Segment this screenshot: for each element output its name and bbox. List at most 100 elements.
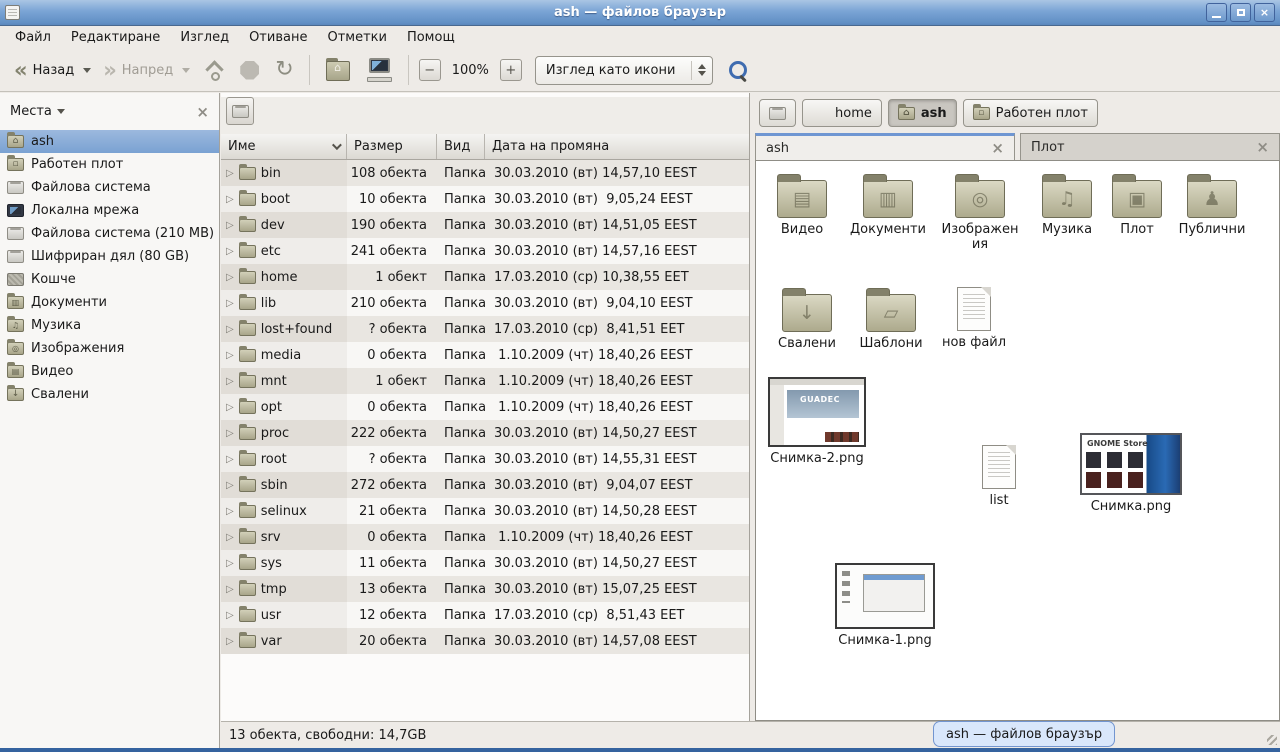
resize-grip[interactable] bbox=[1267, 735, 1277, 745]
file-item[interactable]: ▥ Документи bbox=[842, 173, 934, 238]
view-mode-select[interactable]: Изглед като икони bbox=[535, 56, 713, 85]
sidebar-item[interactable]: Музика bbox=[0, 314, 219, 337]
home-button[interactable]: ⌂ bbox=[324, 58, 352, 82]
expander-icon[interactable]: ▷ bbox=[226, 428, 234, 439]
minimize-button[interactable] bbox=[1206, 3, 1227, 22]
expander-icon[interactable]: ▷ bbox=[226, 402, 234, 413]
file-item[interactable]: ▤ Видео bbox=[768, 173, 836, 238]
menu-item[interactable]: Файл bbox=[5, 28, 61, 48]
zoom-in-button[interactable]: + bbox=[500, 59, 522, 81]
search-button[interactable] bbox=[727, 59, 749, 81]
expander-icon[interactable]: ▷ bbox=[226, 194, 234, 205]
column-header-size[interactable]: Размер bbox=[347, 134, 437, 159]
table-row[interactable]: ▷ home 1 обект Папка 17.03.2010 (ср) 10,… bbox=[221, 264, 749, 290]
breadcrumb-button[interactable]: home bbox=[802, 99, 882, 127]
breadcrumb-button[interactable] bbox=[759, 99, 796, 127]
forward-dropdown-icon[interactable] bbox=[182, 68, 190, 73]
computer-button[interactable] bbox=[366, 58, 394, 82]
sidebar-close-icon[interactable]: × bbox=[196, 103, 209, 121]
tab-close-icon[interactable]: × bbox=[991, 139, 1004, 157]
root-location-button[interactable] bbox=[226, 97, 254, 125]
table-row[interactable]: ▷ root ? обекта Папка 30.03.2010 (вт) 14… bbox=[221, 446, 749, 472]
expander-icon[interactable]: ▷ bbox=[226, 558, 234, 569]
expander-icon[interactable]: ▷ bbox=[226, 220, 234, 231]
expander-icon[interactable]: ▷ bbox=[226, 168, 234, 179]
table-row[interactable]: ▷ bin 108 обекта Папка 30.03.2010 (вт) 1… bbox=[221, 160, 749, 186]
menu-item[interactable]: Отметки bbox=[317, 28, 396, 48]
table-row[interactable]: ▷ usr 12 обекта Папка 17.03.2010 (ср) 8,… bbox=[221, 602, 749, 628]
file-item[interactable]: GNOME Store Снимка.png bbox=[1076, 433, 1186, 515]
sidebar-item[interactable]: Изображения bbox=[0, 337, 219, 360]
sidebar-title[interactable]: Места bbox=[10, 104, 52, 119]
chevron-down-icon[interactable] bbox=[57, 109, 65, 114]
sidebar-item[interactable]: Видео bbox=[0, 360, 219, 383]
table-row[interactable]: ▷ boot 10 обекта Папка 30.03.2010 (вт) 9… bbox=[221, 186, 749, 212]
table-row[interactable]: ▷ mnt 1 обект Папка 1.10.2009 (чт) 18,40… bbox=[221, 368, 749, 394]
stop-button[interactable] bbox=[240, 61, 259, 80]
sidebar-item[interactable]: Файлова система (210 MB) bbox=[0, 222, 219, 245]
file-item[interactable]: Снимка-1.png bbox=[832, 563, 938, 649]
file-item[interactable]: ▣ Плот bbox=[1108, 173, 1166, 238]
table-row[interactable]: ▷ opt 0 обекта Папка 1.10.2009 (чт) 18,4… bbox=[221, 394, 749, 420]
sidebar-item[interactable]: Документи bbox=[0, 291, 219, 314]
expander-icon[interactable]: ▷ bbox=[226, 532, 234, 543]
file-item[interactable]: list bbox=[968, 445, 1030, 509]
table-row[interactable]: ▷ etc 241 обекта Папка 30.03.2010 (вт) 1… bbox=[221, 238, 749, 264]
expander-icon[interactable]: ▷ bbox=[226, 480, 234, 491]
sidebar-item[interactable]: Свалени bbox=[0, 383, 219, 406]
close-button[interactable]: × bbox=[1254, 3, 1275, 22]
file-item[interactable]: нов файл bbox=[936, 287, 1012, 351]
expander-icon[interactable]: ▷ bbox=[226, 610, 234, 621]
expander-icon[interactable]: ▷ bbox=[226, 350, 234, 361]
expander-icon[interactable]: ▷ bbox=[226, 454, 234, 465]
back-dropdown-icon[interactable] bbox=[83, 68, 91, 73]
table-row[interactable]: ▷ sbin 272 обекта Папка 30.03.2010 (вт) … bbox=[221, 472, 749, 498]
breadcrumb-button[interactable]: Работен плот bbox=[963, 99, 1098, 127]
table-row[interactable]: ▷ selinux 21 обекта Папка 30.03.2010 (вт… bbox=[221, 498, 749, 524]
expander-icon[interactable]: ▷ bbox=[226, 246, 234, 257]
table-row[interactable]: ▷ var 20 обекта Папка 30.03.2010 (вт) 14… bbox=[221, 628, 749, 654]
tab[interactable]: ash × bbox=[755, 133, 1015, 160]
up-button[interactable] bbox=[204, 59, 224, 81]
table-row[interactable]: ▷ lost+found ? обекта Папка 17.03.2010 (… bbox=[221, 316, 749, 342]
forward-button[interactable]: » Напред bbox=[97, 59, 196, 82]
taskbar-window-label[interactable]: ash — файлов браузър bbox=[933, 721, 1115, 747]
menu-item[interactable]: Изглед bbox=[170, 28, 239, 48]
expander-icon[interactable]: ▷ bbox=[226, 272, 234, 283]
sidebar-item[interactable]: Работен плот bbox=[0, 153, 219, 176]
expander-icon[interactable]: ▷ bbox=[226, 376, 234, 387]
menu-item[interactable]: Отиване bbox=[239, 28, 317, 48]
file-item[interactable]: ♟ Публични bbox=[1168, 173, 1256, 238]
column-header-date[interactable]: Дата на промяна bbox=[485, 134, 749, 159]
tab-close-icon[interactable]: × bbox=[1256, 138, 1269, 156]
menu-item[interactable]: Помощ bbox=[397, 28, 465, 48]
breadcrumb-button[interactable]: ash bbox=[888, 99, 957, 127]
table-row[interactable]: ▷ sys 11 обекта Папка 30.03.2010 (вт) 14… bbox=[221, 550, 749, 576]
sidebar-item[interactable]: Локална мрежа bbox=[0, 199, 219, 222]
reload-button[interactable]: ↻ bbox=[275, 60, 293, 80]
file-item[interactable]: GUADEC Снимка-2.png bbox=[766, 377, 868, 467]
column-header-name[interactable]: Име bbox=[221, 134, 347, 159]
back-button[interactable]: « Назад bbox=[8, 59, 97, 82]
sidebar-item[interactable]: Шифриран дял (80 GB) bbox=[0, 245, 219, 268]
menu-item[interactable]: Редактиране bbox=[61, 28, 170, 48]
expander-icon[interactable]: ▷ bbox=[226, 506, 234, 517]
table-row[interactable]: ▷ media 0 обекта Папка 1.10.2009 (чт) 18… bbox=[221, 342, 749, 368]
table-row[interactable]: ▷ proc 222 обекта Папка 30.03.2010 (вт) … bbox=[221, 420, 749, 446]
table-row[interactable]: ▷ tmp 13 обекта Папка 30.03.2010 (вт) 15… bbox=[221, 576, 749, 602]
sidebar-item[interactable]: Файлова система bbox=[0, 176, 219, 199]
table-row[interactable]: ▷ lib 210 обекта Папка 30.03.2010 (вт) 9… bbox=[221, 290, 749, 316]
sidebar-item[interactable]: ash bbox=[0, 130, 219, 153]
table-row[interactable]: ▷ dev 190 обекта Папка 30.03.2010 (вт) 1… bbox=[221, 212, 749, 238]
zoom-out-button[interactable]: − bbox=[419, 59, 441, 81]
maximize-button[interactable] bbox=[1230, 3, 1251, 22]
column-header-type[interactable]: Вид bbox=[437, 134, 485, 159]
file-item[interactable]: ↓ Свалени bbox=[768, 287, 846, 352]
expander-icon[interactable]: ▷ bbox=[226, 324, 234, 335]
file-item[interactable]: ♫ Музика bbox=[1028, 173, 1106, 238]
sidebar-item[interactable]: Кошче bbox=[0, 268, 219, 291]
file-item[interactable]: ◎ Изображения bbox=[938, 173, 1022, 253]
tab[interactable]: Плот × bbox=[1020, 133, 1280, 160]
expander-icon[interactable]: ▷ bbox=[226, 298, 234, 309]
file-item[interactable]: ▱ Шаблони bbox=[850, 287, 932, 352]
